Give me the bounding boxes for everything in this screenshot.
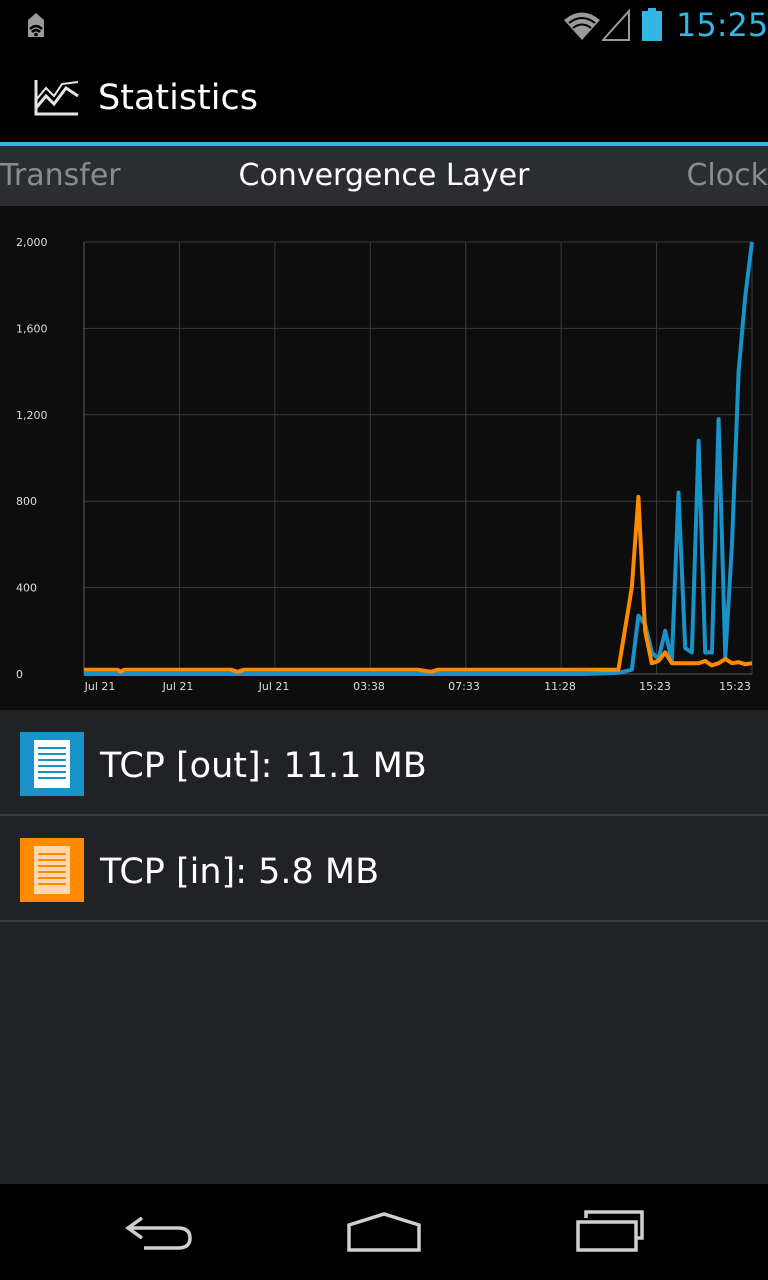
y-tick-label: 1,600: [16, 322, 48, 335]
x-tick-label: 07:33: [448, 680, 480, 693]
x-tick-label: Jul 21: [84, 680, 116, 693]
navigation-bar: [0, 1184, 768, 1280]
legend-label-tcp-in: TCP [in]: 5.8 MB: [100, 852, 380, 892]
document-icon: [20, 732, 84, 796]
notification-icon: [28, 13, 44, 37]
tab-convergence-layer[interactable]: Convergence Layer: [0, 158, 768, 193]
status-clock: 15:25: [676, 6, 768, 44]
document-icon: [20, 838, 84, 902]
battery-icon: [642, 8, 662, 41]
tab-clock[interactable]: Clock: [686, 158, 768, 193]
y-tick-label: 400: [16, 582, 37, 595]
line-chart: 2,000 1,600 1,200 800 400 0 Jul 21 Jul 21 Jul 21…: [16, 236, 754, 693]
legend-item-tcp-out[interactable]: TCP [out]: 11.1 MB: [0, 712, 768, 816]
divider: [0, 814, 768, 816]
x-tick-label: 03:38: [353, 680, 385, 693]
y-tick-label: 800: [16, 495, 37, 508]
x-tick-label: 15:23: [639, 680, 671, 693]
signal-icon: [602, 9, 630, 41]
content: 2,000 1,600 1,200 800 400 0 Jul 21 Jul 21 Jul 21…: [0, 206, 768, 1184]
action-bar: Statistics: [0, 50, 768, 142]
tab-strip: Transfer Convergence Layer Clock: [0, 146, 768, 206]
line-chart-icon[interactable]: [32, 78, 80, 118]
x-tick-label: 15:23: [719, 680, 751, 693]
wifi-icon: [564, 12, 600, 40]
chart-area: 2,000 1,600 1,200 800 400 0 Jul 21 Jul 21 Jul 21…: [0, 206, 768, 710]
recents-icon[interactable]: [572, 1208, 648, 1256]
x-tick-label: Jul 21: [162, 680, 194, 693]
y-tick-label: 1,200: [16, 409, 48, 422]
legend-label-tcp-out: TCP [out]: 11.1 MB: [100, 746, 427, 786]
divider: [0, 920, 768, 922]
x-tick-label: Jul 21: [258, 680, 290, 693]
y-tick-label: 2,000: [16, 236, 48, 249]
status-bar: 15:25: [0, 0, 768, 50]
home-icon[interactable]: [344, 1208, 424, 1256]
x-tick-label: 11:28: [544, 680, 576, 693]
series-line-tcp-out: [84, 241, 754, 676]
y-tick-label: 0: [16, 668, 23, 681]
legend-item-tcp-in[interactable]: TCP [in]: 5.8 MB: [0, 818, 768, 922]
back-icon[interactable]: [122, 1208, 198, 1256]
page-title: Statistics: [98, 78, 258, 118]
